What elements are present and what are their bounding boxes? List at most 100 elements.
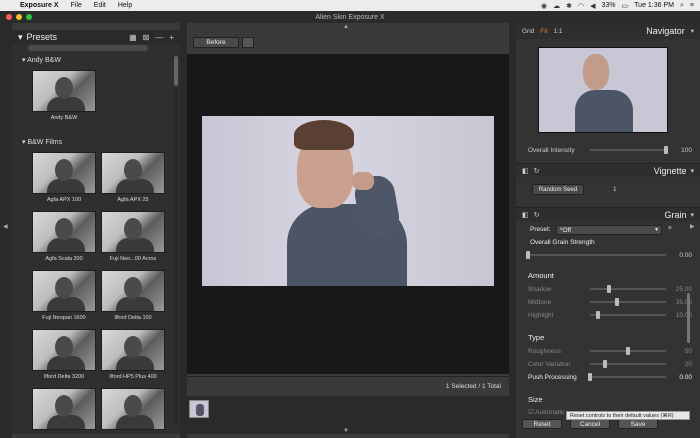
vignette-title: Vignette (653, 165, 687, 176)
automatic-checkbox[interactable]: ☑ Automatic (528, 408, 564, 416)
zoom-window-icon[interactable] (26, 14, 32, 20)
add-preset-icon[interactable]: + (169, 33, 174, 42)
preset-thumbnail (101, 388, 165, 430)
navigator-preview[interactable] (538, 47, 668, 133)
filmstrip-thumbnail[interactable] (189, 400, 209, 418)
random-seed-button[interactable]: Random Seed (532, 184, 584, 195)
overall-grain-strength-value[interactable]: 0.00 (670, 252, 692, 259)
grid-view-icon[interactable]: ▦ (129, 33, 137, 42)
save-button[interactable]: Save (618, 419, 658, 429)
selection-count: 1 Selected / 1 Total (445, 383, 501, 390)
preset-tile[interactable]: Fuji Neo...00 Acros (101, 211, 165, 267)
image-canvas[interactable] (187, 54, 509, 374)
group-bw-films[interactable]: ▾ B&W Films (22, 138, 62, 146)
close-window-icon[interactable] (6, 14, 12, 20)
presets-scrollbar[interactable] (174, 56, 178, 426)
menu-edit[interactable]: Edit (94, 2, 106, 9)
collapse-right-icon[interactable]: ▶ (690, 223, 695, 230)
collapse-left-icon[interactable]: ◀ (3, 223, 8, 230)
grain-header[interactable]: ◧ ↻ Grain ▾ (516, 207, 700, 221)
highlight-row: Highlight 10.00 (528, 310, 692, 320)
preset-tile[interactable]: Ilford HP5 Plus 400 (101, 329, 165, 385)
reset-icon[interactable]: ↻ (534, 211, 540, 219)
collapse-all-icon[interactable]: ⊠ (143, 33, 150, 42)
preset-tile[interactable]: Ilford Delta 100 (101, 270, 165, 326)
reset-button[interactable]: Reset (522, 419, 562, 429)
menu-list-icon[interactable]: ≡ (690, 2, 694, 9)
navigator-header: Grid Fit 1:1 Navigator ▾ (516, 23, 700, 39)
minimize-window-icon[interactable] (16, 14, 22, 20)
toggle-preview-icon[interactable]: ◧ (522, 167, 529, 175)
chevron-down-icon[interactable]: ▾ (690, 211, 694, 219)
color-variation-label: Color Variation (528, 360, 571, 368)
reset-icon[interactable]: ↻ (534, 167, 540, 175)
preset-tile[interactable]: Agfa Scala 200 (32, 211, 96, 267)
preset-tile[interactable]: Agfa APX 25 (101, 152, 165, 208)
adjustments-scrollbar[interactable] (687, 293, 690, 343)
divider-left[interactable] (180, 23, 187, 438)
shadow-slider[interactable] (590, 285, 666, 293)
center-panel: ▲ Before 1 Selected / 1 Total ▼ (187, 24, 509, 434)
color-variation-value[interactable]: 20 (670, 361, 692, 368)
menu-app[interactable]: Exposure X (20, 2, 59, 9)
preset-label: Preset: (530, 226, 551, 233)
center-toolbar: Before (187, 30, 509, 52)
nav-fit-tab[interactable]: Fit (540, 28, 547, 35)
size-heading: Size (528, 395, 543, 404)
toggle-preview-icon[interactable]: ◧ (522, 211, 529, 219)
collapse-bottom-icon[interactable]: ▼ (343, 428, 349, 434)
nav-1to1-tab[interactable]: 1:1 (554, 28, 563, 35)
color-variation-slider[interactable] (590, 360, 666, 368)
bluetooth-icon[interactable]: ✱ (566, 2, 572, 10)
overall-grain-strength-label: Overall Grain Strength (530, 239, 595, 246)
cancel-button[interactable]: Cancel (570, 419, 610, 429)
preset-thumbnail (32, 152, 96, 194)
before-mode-dropdown[interactable] (242, 37, 254, 48)
wifi-icon[interactable]: ◠ (578, 2, 584, 10)
preset-tile[interactable]: Andy B&W (32, 70, 96, 126)
preset-tile[interactable]: Ilford Delta 3200 (32, 329, 96, 385)
preset-menu-icon[interactable]: ≡ (668, 225, 672, 232)
vignette-header[interactable]: ◧ ↻ Vignette ▾ (516, 163, 700, 177)
roughness-slider[interactable] (590, 347, 666, 355)
clock[interactable]: Tue 1:36 PM (634, 2, 674, 9)
random-seed-value[interactable]: 1 (613, 186, 617, 193)
grain-preset-select[interactable]: *Off ▼ (556, 225, 662, 235)
search-icon[interactable]: ⌕ (680, 2, 684, 10)
overall-intensity-slider[interactable] (590, 146, 668, 154)
push-processing-slider[interactable] (588, 373, 666, 381)
highlight-slider[interactable] (590, 311, 666, 319)
camera-icon[interactable]: ◉ (541, 2, 547, 10)
type-heading: Type (528, 333, 545, 342)
nav-grid-tab[interactable]: Grid (522, 28, 534, 35)
volume-icon[interactable]: ◀ (590, 2, 595, 10)
before-button[interactable]: Before (193, 37, 239, 48)
chevron-down-icon[interactable]: ▾ (690, 167, 694, 175)
roughness-value[interactable]: 50 (670, 348, 692, 355)
preset-tile[interactable] (101, 388, 165, 432)
divider-right[interactable] (509, 23, 516, 438)
window-title: Alien Skin Exposure X (315, 13, 385, 21)
menu-help[interactable]: Help (118, 2, 132, 9)
menu-bar: Exposure X File Edit Help ◉ ☁ ✱ ◠ ◀ 33% … (0, 0, 700, 11)
shadow-value[interactable]: 25.00 (670, 286, 692, 293)
remove-preset-icon[interactable]: — (155, 33, 163, 42)
overall-intensity-value[interactable]: 100 (670, 147, 692, 154)
reset-tooltip: Reset controls to their default values (… (566, 411, 690, 420)
cloud-icon[interactable]: ☁ (553, 2, 560, 10)
chevron-down-icon[interactable]: ▾ (18, 32, 23, 43)
overall-intensity-row: Overall Intensity 100 (528, 145, 692, 155)
midtone-slider[interactable] (590, 298, 666, 306)
push-processing-value[interactable]: 0.00 (670, 374, 692, 381)
overall-grain-strength-slider[interactable] (526, 251, 666, 259)
preset-tile[interactable]: Agfa APX 100 (32, 152, 96, 208)
presets-search[interactable] (28, 45, 148, 51)
window-title-bar: Alien Skin Exposure X (0, 11, 700, 23)
preset-tile[interactable]: Fuji Neopan 1600 (32, 270, 96, 326)
menu-file[interactable]: File (71, 2, 82, 9)
preset-tile[interactable] (32, 388, 96, 432)
main-photo[interactable] (202, 116, 494, 286)
chevron-down-icon[interactable]: ▾ (691, 27, 694, 35)
group-andy-bw[interactable]: ▾ Andy B&W (22, 56, 61, 64)
battery-icon[interactable]: ▭ (622, 2, 629, 10)
